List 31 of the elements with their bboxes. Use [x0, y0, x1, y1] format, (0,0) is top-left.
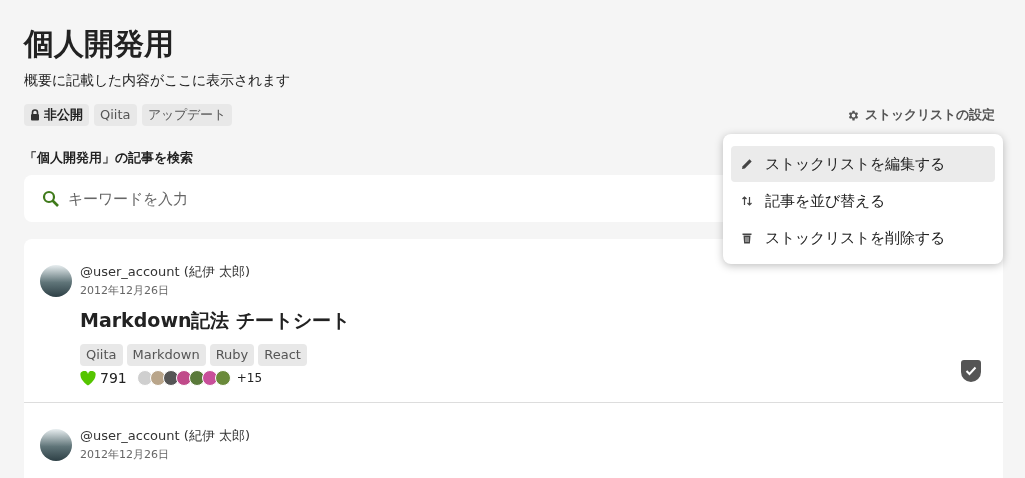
sort-arrows-icon	[741, 195, 753, 207]
menu-item[interactable]: ストックリストを削除する	[731, 220, 995, 256]
author-link[interactable]: @user_account (紀伊 太郎)	[80, 263, 251, 281]
check-icon	[965, 366, 977, 376]
tag-link[interactable]: Qiita	[94, 104, 137, 126]
tag-link[interactable]: Markdown	[126, 344, 206, 366]
post-date: 2012年12月26日	[80, 283, 170, 298]
description: 概要に記載した内容がここに表示されます	[24, 72, 291, 90]
trash-icon	[741, 232, 753, 244]
tag-link[interactable]: Ruby	[209, 344, 255, 366]
heart-icon	[80, 370, 96, 386]
tag-link[interactable]: Qiita	[80, 344, 123, 366]
like-count: 791	[100, 370, 127, 386]
tag-link[interactable]: React	[258, 344, 307, 366]
avatar	[40, 428, 72, 461]
lock-icon	[30, 109, 40, 121]
settings-icon	[847, 108, 860, 122]
menu-item[interactable]: 記事を並び替える	[731, 183, 995, 219]
stocklist-settings-button[interactable]: ストックリストの設定	[847, 106, 1003, 124]
stock-button[interactable]	[961, 360, 981, 382]
author-link[interactable]: @user_account (紀伊 太郎)	[80, 427, 251, 445]
tag-link[interactable]: アップデート	[141, 104, 232, 126]
page-title: 個人開発用	[24, 25, 175, 63]
pencil-icon	[741, 158, 753, 170]
article-title[interactable]: Markdown記法 チートシート	[80, 308, 987, 334]
post-date: 2012年12月26日	[80, 447, 170, 462]
avatar	[40, 264, 72, 297]
search-label: 「個人開発用」の記事を検索	[24, 150, 193, 167]
menu-item[interactable]: ストックリストを編集する	[731, 146, 995, 182]
visibility-badge: 非公開	[24, 104, 89, 126]
more-likers-count: +15	[236, 371, 263, 385]
